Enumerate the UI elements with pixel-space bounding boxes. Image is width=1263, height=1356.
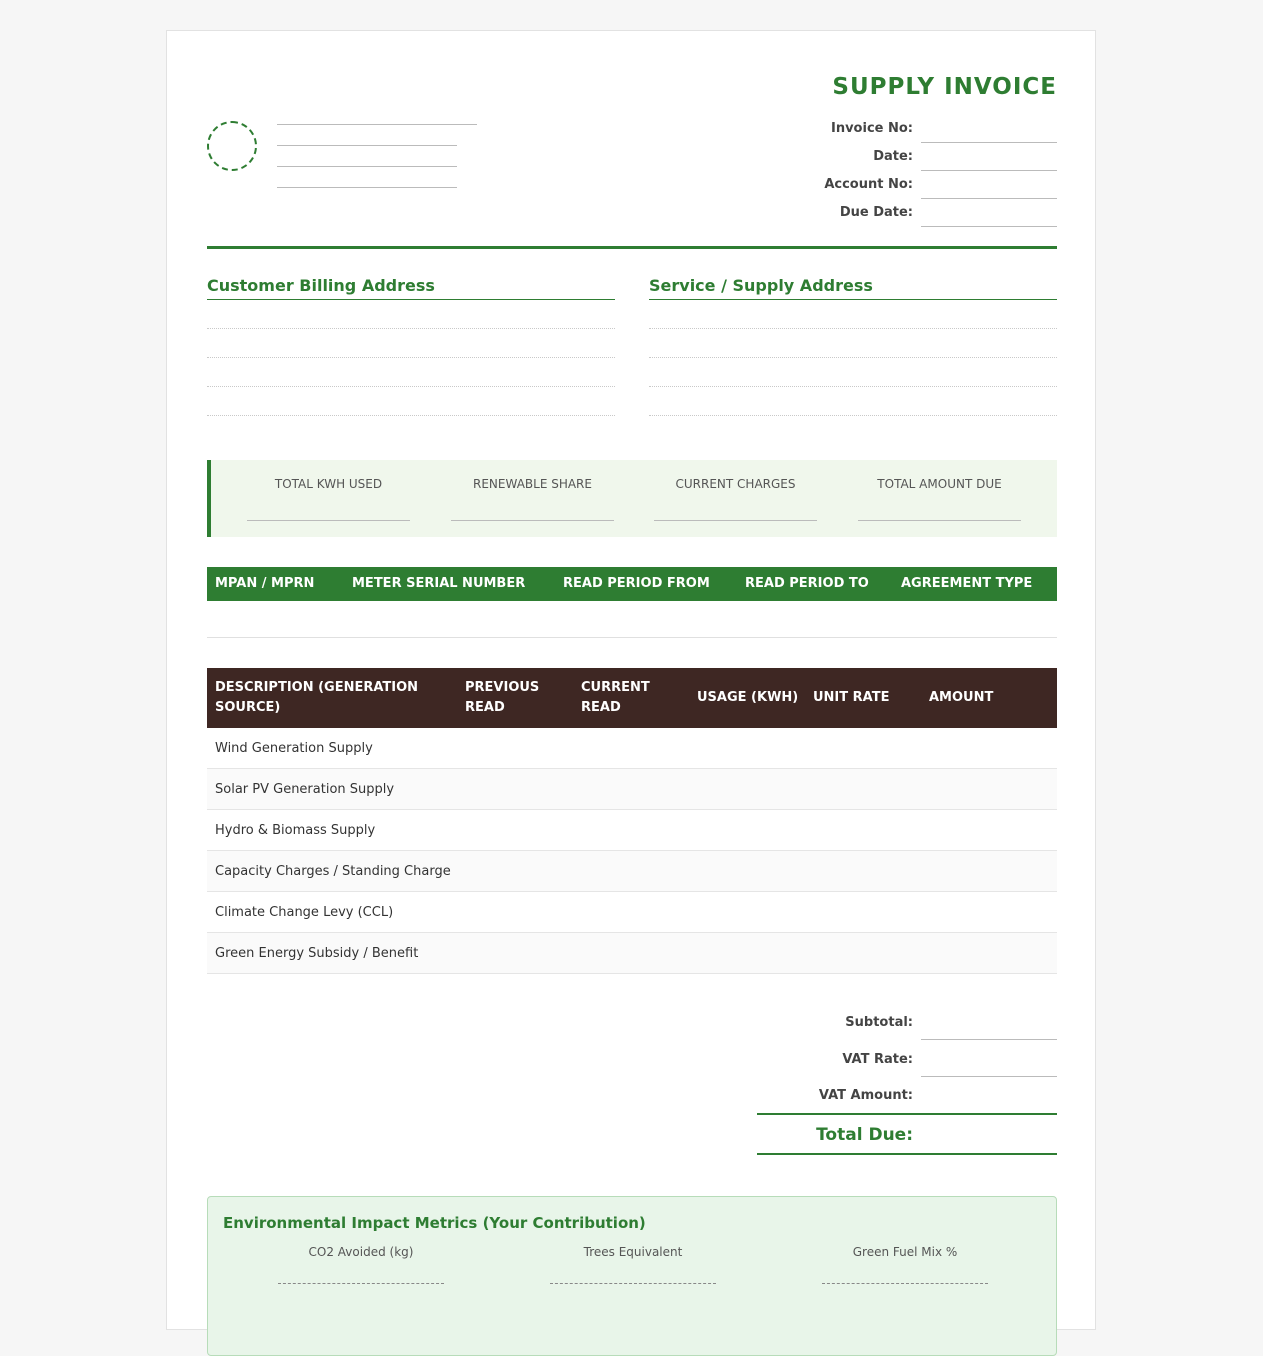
billing-address-line[interactable] — [207, 300, 615, 329]
charges-col-description-line1: DESCRIPTION (GENERATION — [215, 680, 419, 695]
charges-col-previous-line1: PREVIOUS — [465, 680, 540, 695]
charges-col-description: DESCRIPTION (GENERATION SOURCE) — [215, 678, 418, 718]
company-line-1 — [277, 124, 477, 125]
header-divider — [207, 246, 1057, 249]
vat-amount-label: VAT Amount: — [818, 1088, 913, 1103]
env-green-mix-label: Green Fuel Mix % — [852, 1245, 958, 1259]
due-date-label: Due Date: — [839, 205, 913, 220]
charge-row-hydro[interactable]: Hydro & Biomass Supply — [207, 810, 1057, 851]
meter-table-header: MPAN / MPRN METER SERIAL NUMBER READ PER… — [207, 567, 1057, 601]
date-label: Date: — [873, 149, 913, 164]
supply-address-line[interactable] — [649, 300, 1057, 329]
charge-row-description: Solar PV Generation Supply — [215, 782, 395, 797]
charges-table-header: DESCRIPTION (GENERATION SOURCE) PREVIOUS… — [207, 668, 1057, 728]
company-line-4 — [277, 187, 457, 188]
billing-address-line[interactable] — [207, 387, 615, 416]
account-no-row: Account No: — [757, 176, 1057, 204]
meter-col-serial: METER SERIAL NUMBER — [352, 576, 526, 591]
charge-row-description: Climate Change Levy (CCL) — [215, 905, 394, 920]
due-date-row: Due Date: — [757, 204, 1057, 232]
charge-row-wind[interactable]: Wind Generation Supply — [207, 728, 1057, 769]
summary-panel: TOTAL KWH USED RENEWABLE SHARE CURRENT C… — [207, 460, 1057, 537]
meter-table-row[interactable] — [207, 601, 1057, 638]
charge-row-solar[interactable]: Solar PV Generation Supply — [207, 769, 1057, 810]
env-green-mix-field[interactable] — [822, 1283, 988, 1284]
billing-address-line[interactable] — [207, 358, 615, 387]
supply-address-line[interactable] — [649, 329, 1057, 358]
account-no-label: Account No: — [824, 177, 913, 192]
environment-panel: Environmental Impact Metrics (Your Contr… — [207, 1196, 1057, 1356]
summary-total-amount-due-label: TOTAL AMOUNT DUE — [877, 477, 1002, 491]
charge-row-capacity[interactable]: Capacity Charges / Standing Charge — [207, 851, 1057, 892]
invoice-title: SUPPLY INVOICE — [832, 74, 1057, 100]
billing-address-block: Customer Billing Address — [207, 276, 615, 416]
summary-total-amount-due-field[interactable] — [858, 520, 1021, 521]
date-field[interactable] — [921, 170, 1057, 171]
summary-total-amount-due: TOTAL AMOUNT DUE — [858, 460, 1021, 521]
charges-col-current-line2: READ — [581, 700, 621, 715]
vat-rate-label: VAT Rate: — [842, 1052, 913, 1067]
charges-col-usage: USAGE (KWH) — [697, 690, 799, 705]
summary-total-kwh-label: TOTAL KWH USED — [274, 477, 383, 491]
env-green-mix: Green Fuel Mix % — [822, 1245, 988, 1284]
charges-col-description-line2: SOURCE) — [215, 700, 281, 715]
invoice-no-field[interactable] — [921, 142, 1057, 143]
supply-address-block: Service / Supply Address — [649, 276, 1057, 416]
invoice-page: SUPPLY INVOICE Invoice No: Date: Account… — [166, 30, 1096, 1356]
vat-rate-field[interactable] — [921, 1076, 1057, 1077]
account-no-field[interactable] — [921, 198, 1057, 199]
due-date-field[interactable] — [921, 226, 1057, 227]
charge-row-description: Green Energy Subsidy / Benefit — [215, 946, 419, 961]
env-co2-label: CO2 Avoided (kg) — [308, 1245, 414, 1259]
summary-current-charges-label: CURRENT CHARGES — [675, 477, 796, 491]
meter-col-agreement: AGREEMENT TYPE — [901, 576, 1033, 591]
billing-address-line[interactable] — [207, 329, 615, 358]
billing-address-title: Customer Billing Address — [207, 276, 615, 300]
total-due-label: Total Due: — [816, 1125, 913, 1145]
summary-current-charges: CURRENT CHARGES — [654, 460, 817, 521]
subtotal-label: Subtotal: — [845, 1015, 913, 1030]
charge-row-description: Wind Generation Supply — [215, 741, 373, 756]
charge-row-subsidy[interactable]: Green Energy Subsidy / Benefit — [207, 933, 1057, 974]
meter-col-from: READ PERIOD FROM — [563, 576, 710, 591]
charge-row-description: Hydro & Biomass Supply — [215, 823, 376, 838]
subtotal-field[interactable] — [921, 1039, 1057, 1040]
date-row: Date: — [757, 148, 1057, 176]
summary-renewable-share-label: RENEWABLE SHARE — [473, 477, 592, 491]
meter-col-to: READ PERIOD TO — [745, 576, 869, 591]
env-trees: Trees Equivalent — [550, 1245, 716, 1284]
summary-current-charges-field[interactable] — [654, 520, 817, 521]
summary-renewable-share: RENEWABLE SHARE — [451, 460, 614, 521]
charges-col-previous: PREVIOUS READ — [465, 678, 539, 718]
invoice-no-label: Invoice No: — [830, 121, 913, 136]
charges-col-unit-rate: UNIT RATE — [813, 690, 890, 705]
company-line-3 — [277, 166, 457, 167]
total-due-row[interactable]: Total Due: — [757, 1113, 1057, 1155]
supply-address-title: Service / Supply Address — [649, 276, 1057, 300]
meter-col-mpan: MPAN / MPRN — [215, 576, 315, 591]
charge-row-ccl[interactable]: Climate Change Levy (CCL) — [207, 892, 1057, 933]
summary-total-kwh-field[interactable] — [247, 520, 410, 521]
invoice-no-row: Invoice No: — [757, 120, 1057, 148]
charges-col-current-line1: CURRENT — [581, 680, 650, 695]
charge-row-description: Capacity Charges / Standing Charge — [215, 864, 451, 879]
supply-address-line[interactable] — [649, 358, 1057, 387]
summary-renewable-share-field[interactable] — [451, 520, 614, 521]
charges-col-amount: AMOUNT — [929, 690, 994, 705]
env-co2-field[interactable] — [278, 1283, 444, 1284]
charges-col-current: CURRENT READ — [581, 678, 650, 718]
environment-title: Environmental Impact Metrics (Your Contr… — [223, 1214, 646, 1232]
logo-placeholder — [207, 121, 257, 171]
env-co2: CO2 Avoided (kg) — [278, 1245, 444, 1284]
env-trees-label: Trees Equivalent — [583, 1245, 683, 1259]
env-trees-field[interactable] — [550, 1283, 716, 1284]
summary-total-kwh: TOTAL KWH USED — [247, 460, 410, 521]
charges-col-previous-line2: READ — [465, 700, 505, 715]
supply-address-line[interactable] — [649, 387, 1057, 416]
company-line-2 — [277, 145, 457, 146]
